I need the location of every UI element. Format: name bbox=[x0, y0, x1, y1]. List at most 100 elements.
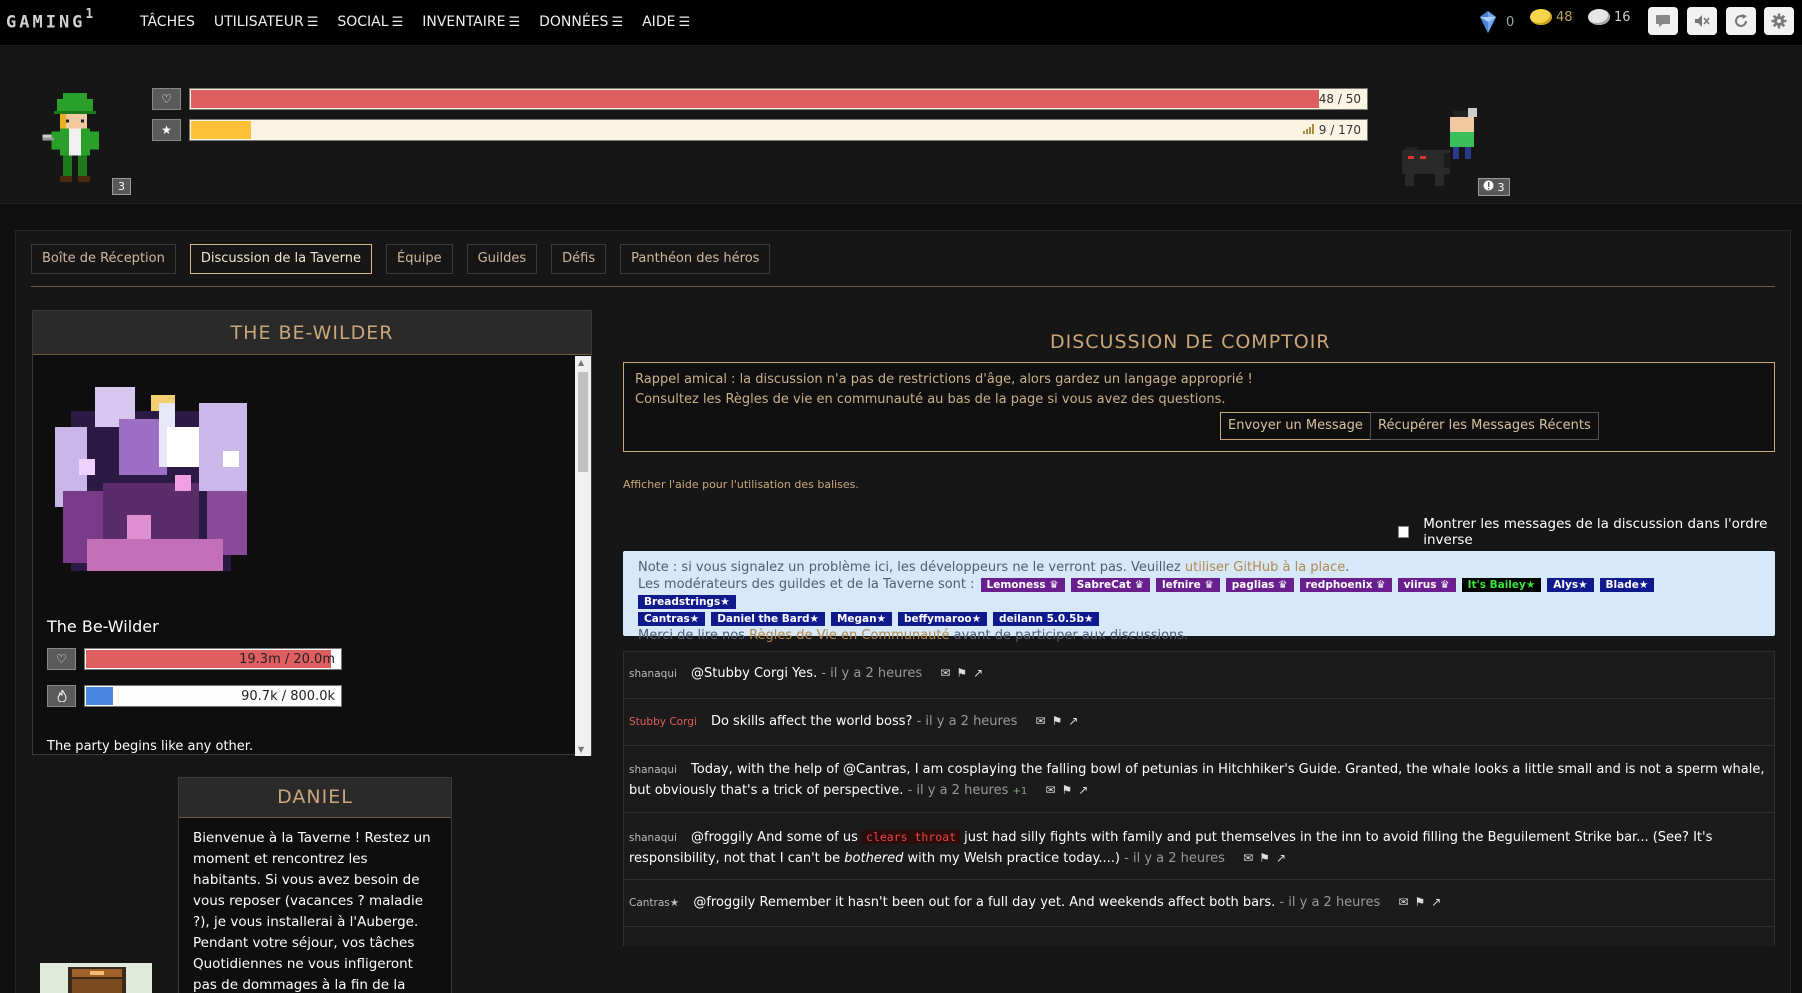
boss-rage-bar: 90.7k / 800.0k bbox=[84, 685, 342, 707]
moderator-badge[interactable]: beffymaroo★ bbox=[898, 612, 988, 626]
chat-placeholder-line2: Consultez les Règles de vie en communaut… bbox=[635, 392, 1226, 407]
mail-icon[interactable]: ✉ bbox=[1243, 851, 1259, 865]
moderator-badge[interactable]: Blade★ bbox=[1599, 578, 1655, 592]
reverse-order-option[interactable]: Montrer les messages de la discussion da… bbox=[1398, 516, 1790, 548]
party-badge: 3 bbox=[1478, 178, 1510, 196]
flag-icon[interactable]: ⚑ bbox=[1062, 783, 1079, 797]
menu-icon: ☰ bbox=[611, 15, 624, 30]
nav-aide[interactable]: AIDE ☰ bbox=[642, 14, 690, 30]
mute-button[interactable] bbox=[1687, 7, 1717, 35]
mail-icon[interactable]: ✉ bbox=[1045, 783, 1061, 797]
share-icon[interactable]: ↗ bbox=[1431, 895, 1447, 909]
moderator-badge[interactable]: Daniel the Bard★ bbox=[711, 612, 825, 626]
scroll-up-icon[interactable]: ▲ bbox=[578, 358, 584, 367]
world-boss-title: THE BE-WILDER bbox=[33, 311, 591, 355]
moderator-badge[interactable]: deilann 5.0.5b★ bbox=[993, 612, 1100, 626]
moderator-badge[interactable]: Cantras★ bbox=[638, 612, 706, 626]
moderator-badge[interactable]: lefnire ♛ bbox=[1156, 578, 1220, 592]
moderator-badge[interactable]: Lemoness ♛ bbox=[980, 578, 1065, 592]
scroll-thumb[interactable] bbox=[578, 372, 588, 472]
app-logo[interactable]: GAMING1 bbox=[6, 7, 96, 33]
github-link[interactable]: utiliser GitHub à la place bbox=[1185, 560, 1345, 575]
share-icon[interactable]: ↗ bbox=[1078, 783, 1094, 797]
chat-button[interactable] bbox=[1648, 7, 1678, 35]
settings-icon bbox=[1771, 13, 1787, 29]
silver-counter: 16 bbox=[1588, 9, 1631, 25]
nav-inventaire[interactable]: INVENTAIRE ☰ bbox=[422, 14, 520, 30]
moderator-badge[interactable]: paglias ♛ bbox=[1225, 578, 1294, 592]
flag-icon[interactable]: ⚑ bbox=[1052, 714, 1069, 728]
mail-icon[interactable]: ✉ bbox=[940, 666, 956, 680]
chat-message: shanaqui @froggily And some of us clears… bbox=[623, 812, 1775, 879]
moderator-badge[interactable]: redphoenix ♛ bbox=[1299, 578, 1392, 592]
player-avatar[interactable] bbox=[42, 93, 108, 188]
tab-party[interactable]: Équipe bbox=[386, 244, 453, 274]
share-icon[interactable]: ↗ bbox=[973, 666, 989, 680]
plus-one-badge[interactable]: +1 bbox=[1013, 786, 1028, 797]
chat-message: Cantras★ @froggily Remember it hasn't be… bbox=[623, 879, 1775, 926]
nav-social[interactable]: SOCIAL ☰ bbox=[337, 14, 403, 30]
nav-donnees[interactable]: DONNÉES ☰ bbox=[539, 14, 623, 30]
message-actions: ✉⚑↗ bbox=[1045, 783, 1094, 797]
boss-scrollbar[interactable]: ▲ ▼ bbox=[575, 356, 591, 756]
moderator-badge[interactable]: Alys★ bbox=[1547, 578, 1594, 592]
message-author[interactable]: shanaqui bbox=[629, 832, 677, 844]
message-time: - il y a 2 heures bbox=[907, 783, 1009, 798]
health-bar: 48 / 50 bbox=[189, 88, 1368, 110]
message-actions: ✉⚑↗ bbox=[940, 666, 989, 680]
world-boss-box: THE BE-WILDER The Be-Wilder ♡ 19.3m / 20… bbox=[32, 310, 592, 756]
send-message-button[interactable]: Envoyer un Message bbox=[1220, 412, 1371, 440]
sync-button[interactable] bbox=[1726, 7, 1756, 35]
heart-icon: ♡ bbox=[152, 88, 181, 110]
message-actions: ✉⚑↗ bbox=[1036, 714, 1085, 728]
health-value: 48 / 50 bbox=[1318, 92, 1361, 106]
settings-button[interactable] bbox=[1764, 7, 1794, 35]
message-author[interactable]: Cantras★ bbox=[629, 897, 679, 909]
moderator-badge[interactable]: It's Bailey★ bbox=[1461, 578, 1542, 592]
nav-utilisateur[interactable]: UTILISATEUR ☰ bbox=[214, 14, 319, 30]
markup-help-link[interactable]: Afficher l'aide pour l'utilisation des b… bbox=[623, 478, 859, 491]
nav-taches[interactable]: TÂCHES bbox=[140, 14, 195, 30]
gem-icon bbox=[1480, 11, 1496, 33]
message-time: - il y a 2 heures bbox=[916, 714, 1018, 729]
mail-icon[interactable]: ✉ bbox=[1036, 714, 1052, 728]
moderator-badge[interactable]: Breadstrings★ bbox=[638, 595, 736, 609]
gems-counter[interactable]: 0 bbox=[1475, 9, 1514, 35]
share-icon[interactable]: ↗ bbox=[1068, 714, 1084, 728]
moderator-badge[interactable]: Megan★ bbox=[830, 612, 892, 626]
chat-message-input[interactable]: Rappel amical : la discussion n'a pas de… bbox=[623, 362, 1775, 452]
fetch-recent-messages-button[interactable]: Récupérer les Messages Récents bbox=[1370, 412, 1599, 440]
moderators-note: Note : si vous signalez un problème ici,… bbox=[623, 551, 1775, 643]
tab-tavern-chat[interactable]: Discussion de la Taverne bbox=[189, 244, 373, 274]
boss-health-bar: 19.3m / 20.0m bbox=[84, 648, 342, 670]
experience-row: ★ 9 / 170 bbox=[152, 119, 1368, 141]
heart-icon: ♡ bbox=[47, 648, 76, 670]
inn-sprite bbox=[40, 963, 152, 993]
mail-icon[interactable]: ✉ bbox=[1398, 895, 1414, 909]
tab-challenges[interactable]: Défis bbox=[551, 244, 607, 274]
menu-icon: ☰ bbox=[678, 15, 691, 30]
tab-hall-of-heroes[interactable]: Panthéon des héros bbox=[620, 244, 771, 274]
moderator-badge[interactable]: SabreCat ♛ bbox=[1070, 578, 1151, 592]
main-menu: TÂCHES UTILISATEUR ☰ SOCIAL ☰ INVENTAIRE ☰ … bbox=[140, 14, 709, 30]
chat-message: shanaqui Today, with the help of @Cantra… bbox=[623, 745, 1775, 812]
share-icon[interactable]: ↗ bbox=[1276, 851, 1292, 865]
tab-guilds[interactable]: Guildes bbox=[466, 244, 538, 274]
reverse-order-label: Montrer les messages de la discussion da… bbox=[1423, 516, 1768, 548]
community-guidelines-link[interactable]: Règles de Vie en Communauté bbox=[749, 628, 949, 643]
flag-icon[interactable]: ⚑ bbox=[1259, 851, 1276, 865]
message-text: @Stubby Corgi Yes. bbox=[691, 666, 818, 681]
reverse-order-checkbox[interactable] bbox=[1398, 526, 1410, 538]
moderator-badge[interactable]: viirus ♛ bbox=[1397, 578, 1456, 592]
message-author[interactable]: Stubby Corgi bbox=[629, 716, 697, 728]
info-icon bbox=[1483, 180, 1494, 191]
party-member-avatar[interactable] bbox=[1396, 105, 1486, 195]
flag-icon[interactable]: ⚑ bbox=[956, 666, 973, 680]
tab-inbox[interactable]: Boîte de Réception bbox=[31, 244, 176, 274]
flag-icon[interactable]: ⚑ bbox=[1414, 895, 1431, 909]
scroll-down-icon[interactable]: ▼ bbox=[578, 745, 584, 754]
message-time: - il y a 2 heures bbox=[1124, 851, 1225, 866]
message-author[interactable]: shanaqui bbox=[629, 668, 677, 680]
message-author[interactable]: shanaqui bbox=[629, 764, 677, 776]
message-text: Today, with the help of @Cantras, I am c… bbox=[629, 762, 1765, 798]
